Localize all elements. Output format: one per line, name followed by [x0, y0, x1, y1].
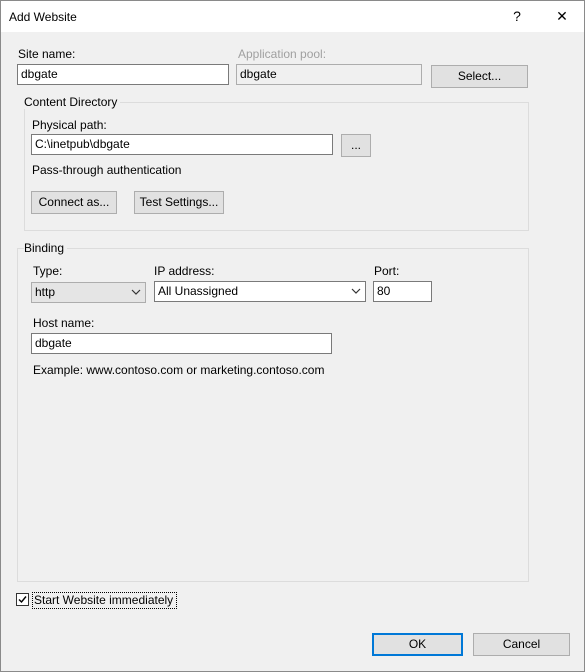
site-name-input[interactable]: dbgate	[17, 64, 229, 85]
host-name-example: Example: www.contoso.com or marketing.co…	[33, 363, 325, 377]
chevron-down-icon	[131, 283, 141, 309]
cancel-button[interactable]: Cancel	[473, 633, 570, 656]
port-label: Port:	[374, 264, 400, 278]
close-button[interactable]: ✕	[540, 1, 584, 32]
type-select-value: http	[35, 285, 56, 299]
host-name-input[interactable]: dbgate	[31, 333, 332, 354]
add-website-dialog: Add Website ? ✕ Site name: dbgate Applic…	[0, 0, 585, 672]
site-name-label: Site name:	[18, 47, 76, 61]
test-settings-button[interactable]: Test Settings...	[134, 191, 224, 214]
passthrough-auth-label: Pass-through authentication	[32, 163, 182, 177]
application-pool-label: Application pool:	[238, 47, 327, 61]
host-name-label: Host name:	[33, 316, 95, 330]
title-bar: Add Website ? ✕	[1, 1, 584, 32]
port-input[interactable]: 80	[373, 281, 432, 302]
help-button[interactable]: ?	[495, 1, 539, 32]
content-directory-legend: Content Directory	[24, 95, 121, 109]
physical-path-input[interactable]: C:\inetpub\dbgate	[31, 134, 333, 155]
connect-as-button[interactable]: Connect as...	[31, 191, 117, 214]
ip-address-select[interactable]: All Unassigned	[154, 281, 366, 302]
type-select[interactable]: http	[31, 282, 146, 303]
select-app-pool-button[interactable]: Select...	[431, 65, 528, 88]
type-label: Type:	[33, 264, 63, 278]
application-pool-field: dbgate	[236, 64, 422, 85]
ip-address-select-value: All Unassigned	[158, 284, 239, 298]
browse-path-button[interactable]: ...	[341, 134, 371, 157]
chevron-down-icon	[351, 282, 361, 308]
physical-path-label: Physical path:	[32, 118, 107, 132]
start-website-checkbox[interactable]	[16, 593, 29, 606]
window-title: Add Website	[9, 10, 77, 24]
ip-address-label: IP address:	[154, 264, 215, 278]
binding-legend: Binding	[24, 241, 68, 255]
start-website-label[interactable]: Start Website immediately	[34, 593, 173, 607]
checkmark-icon	[18, 596, 27, 604]
ok-button[interactable]: OK	[372, 633, 463, 656]
